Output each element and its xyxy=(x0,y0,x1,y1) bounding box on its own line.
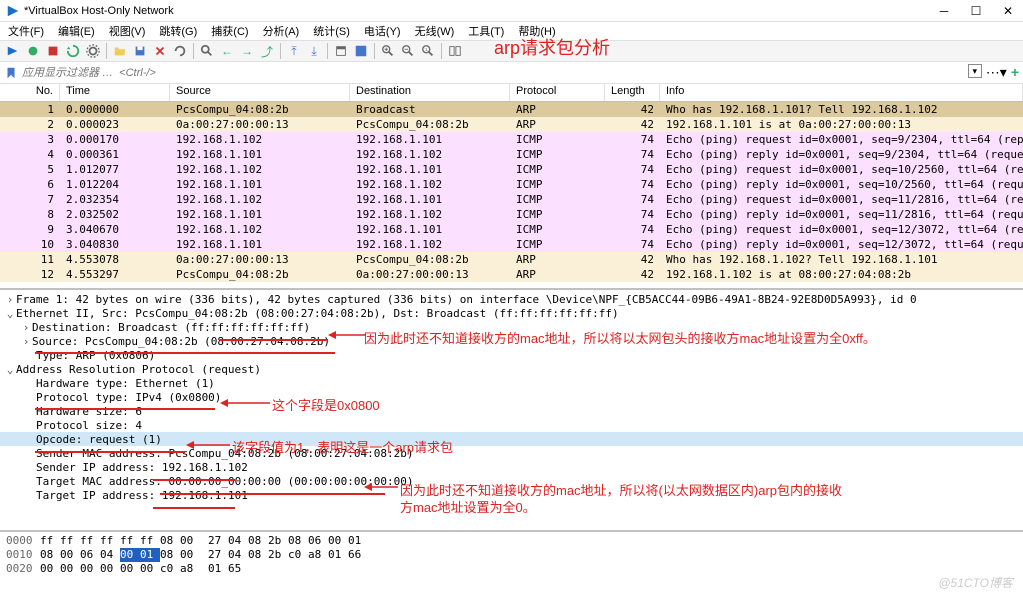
packet-row[interactable]: 124.553297PcsCompu_04:08:2b0a:00:27:00:0… xyxy=(0,267,1023,282)
last-packet-icon[interactable]: ⤓ xyxy=(305,42,323,60)
first-packet-icon[interactable]: ⤒ xyxy=(285,42,303,60)
menu-item-4[interactable]: 捕获(C) xyxy=(211,23,248,39)
arp-line[interactable]: ⌄Address Resolution Protocol (request) xyxy=(0,362,1023,376)
hex-dump[interactable]: 0000ffffffffffff08002704082b080600010010… xyxy=(0,530,1023,576)
display-filter-input[interactable] xyxy=(22,67,968,79)
packet-row[interactable]: 103.040830192.168.1.101192.168.1.102ICMP… xyxy=(0,237,1023,252)
col-destination[interactable]: Destination xyxy=(350,84,510,101)
menu-item-5[interactable]: 分析(A) xyxy=(263,23,300,39)
menu-item-6[interactable]: 统计(S) xyxy=(313,23,350,39)
zoom-reset-icon[interactable]: 1 xyxy=(419,42,437,60)
menubar: 文件(F) 编辑(E) 视图(V) 跳转(G) 捕获(C) 分析(A) 统计(S) 电话(Y)… xyxy=(0,22,1023,40)
filter-add-button[interactable]: + xyxy=(1011,64,1019,81)
filter-dropdown-button[interactable]: ▾ xyxy=(968,64,982,78)
arp-hwsize-line[interactable]: Hardware size: 6 xyxy=(0,404,1023,418)
watermark: @51CTO博客 xyxy=(938,574,1013,591)
open-icon[interactable] xyxy=(111,42,129,60)
col-no[interactable]: No. xyxy=(0,84,60,101)
app-icon xyxy=(6,4,20,18)
packet-row[interactable]: 40.000361192.168.1.101192.168.1.102ICMP7… xyxy=(0,147,1023,162)
eth-dst-line[interactable]: ›Destination: Broadcast (ff:ff:ff:ff:ff:… xyxy=(0,320,1023,334)
autoscroll-icon[interactable] xyxy=(332,42,350,60)
jump-icon[interactable]: ⤴ xyxy=(258,42,276,60)
arp-sendermac-line[interactable]: Sender MAC address: PcsCompu_04:08:2b (0… xyxy=(0,446,1023,460)
packet-row[interactable]: 114.5530780a:00:27:00:00:13PcsCompu_04:0… xyxy=(0,252,1023,267)
svg-text:1: 1 xyxy=(425,47,428,52)
hex-line[interactable]: 001008000604000108002704082bc0a80166 xyxy=(6,548,1017,562)
ethernet-line[interactable]: ⌄Ethernet II, Src: PcsCompu_04:08:2b (08… xyxy=(0,306,1023,320)
menu-item-0[interactable]: 文件(F) xyxy=(8,23,44,39)
expand-icon[interactable]: › xyxy=(20,335,32,348)
reload-icon[interactable] xyxy=(171,42,189,60)
start-capture-icon[interactable] xyxy=(24,42,42,60)
arp-hw-line[interactable]: Hardware type: Ethernet (1) xyxy=(0,376,1023,390)
arp-targetmac-line[interactable]: Target MAC address: 00:00:00_00:00:00 (0… xyxy=(0,474,1023,488)
packet-list[interactable]: 10.000000PcsCompu_04:08:2bBroadcastARP42… xyxy=(0,102,1023,282)
bookmark-icon[interactable] xyxy=(4,66,18,80)
window-title: *VirtualBox Host-Only Network xyxy=(24,5,937,17)
collapse-icon[interactable]: ⌄ xyxy=(4,363,16,376)
col-info[interactable]: Info xyxy=(660,84,1023,101)
menu-item-2[interactable]: 视图(V) xyxy=(109,23,146,39)
close-button[interactable]: ✕ xyxy=(1001,4,1015,18)
eth-type-line[interactable]: Type: ARP (0x0806) xyxy=(0,348,1023,362)
col-length[interactable]: Length xyxy=(605,84,660,101)
filterbar: ▾ ⋯▾ + xyxy=(0,62,1023,84)
expand-icon[interactable]: › xyxy=(20,321,32,334)
expand-icon[interactable]: › xyxy=(4,293,16,306)
collapse-icon[interactable]: ⌄ xyxy=(4,307,16,320)
packet-row[interactable]: 72.032354192.168.1.102192.168.1.101ICMP7… xyxy=(0,192,1023,207)
col-time[interactable]: Time xyxy=(60,84,170,101)
menu-item-8[interactable]: 无线(W) xyxy=(415,23,455,39)
arp-proto-line[interactable]: Protocol type: IPv4 (0x0800) xyxy=(0,390,1023,404)
arp-protosize-line[interactable]: Protocol size: 4 xyxy=(0,418,1023,432)
menu-item-3[interactable]: 跳转(G) xyxy=(159,23,197,39)
stop-capture-icon[interactable] xyxy=(44,42,62,60)
filter-expression-button[interactable]: ⋯▾ xyxy=(986,64,1007,81)
col-protocol[interactable]: Protocol xyxy=(510,84,605,101)
arp-targetip-line[interactable]: Target IP address: 192.168.1.101 xyxy=(0,488,1023,502)
titlebar: *VirtualBox Host-Only Network ─ ☐ ✕ xyxy=(0,0,1023,22)
zoom-in-icon[interactable] xyxy=(379,42,397,60)
col-source[interactable]: Source xyxy=(170,84,350,101)
hex-line[interactable]: 0000ffffffffffff08002704082b08060001 xyxy=(6,534,1017,548)
packet-row[interactable]: 61.012204192.168.1.101192.168.1.102ICMP7… xyxy=(0,177,1023,192)
close-file-icon[interactable] xyxy=(151,42,169,60)
eth-src-line[interactable]: ›Source: PcsCompu_04:08:2b (08:00:27:04:… xyxy=(0,334,1023,348)
packet-list-header[interactable]: No. Time Source Destination Protocol Len… xyxy=(0,84,1023,102)
save-icon[interactable] xyxy=(131,42,149,60)
zoom-out-icon[interactable] xyxy=(399,42,417,60)
toolbar: ← → ⤴ ⤒ ⤓ 1 xyxy=(0,40,1023,62)
options-icon[interactable] xyxy=(84,42,102,60)
menu-item-1[interactable]: 编辑(E) xyxy=(58,23,95,39)
maximize-button[interactable]: ☐ xyxy=(969,4,983,18)
packet-row[interactable]: 51.012077192.168.1.102192.168.1.101ICMP7… xyxy=(0,162,1023,177)
packet-details[interactable]: ›Frame 1: 42 bytes on wire (336 bits), 4… xyxy=(0,288,1023,530)
next-icon[interactable]: → xyxy=(238,42,256,60)
menu-item-10[interactable]: 帮助(H) xyxy=(518,23,555,39)
hex-line[interactable]: 0020000000000000c0a80165 xyxy=(6,562,1017,576)
find-icon[interactable] xyxy=(198,42,216,60)
packet-row[interactable]: 93.040670192.168.1.102192.168.1.101ICMP7… xyxy=(0,222,1023,237)
packet-row[interactable]: 30.000170192.168.1.102192.168.1.101ICMP7… xyxy=(0,132,1023,147)
colorize-icon[interactable] xyxy=(352,42,370,60)
packet-row[interactable]: 82.032502192.168.1.101192.168.1.102ICMP7… xyxy=(0,207,1023,222)
arp-senderip-line[interactable]: Sender IP address: 192.168.1.102 xyxy=(0,460,1023,474)
frame-line[interactable]: ›Frame 1: 42 bytes on wire (336 bits), 4… xyxy=(0,292,1023,306)
menu-item-9[interactable]: 工具(T) xyxy=(468,23,504,39)
menu-item-7[interactable]: 电话(Y) xyxy=(364,23,401,39)
fin-icon[interactable] xyxy=(4,42,22,60)
minimize-button[interactable]: ─ xyxy=(937,4,951,18)
prev-icon[interactable]: ← xyxy=(218,42,236,60)
restart-capture-icon[interactable] xyxy=(64,42,82,60)
packet-row[interactable]: 20.0000230a:00:27:00:00:13PcsCompu_04:08… xyxy=(0,117,1023,132)
arp-opcode-line[interactable]: Opcode: request (1) xyxy=(0,432,1023,446)
resize-cols-icon[interactable] xyxy=(446,42,464,60)
packet-row[interactable]: 10.000000PcsCompu_04:08:2bBroadcastARP42… xyxy=(0,102,1023,117)
